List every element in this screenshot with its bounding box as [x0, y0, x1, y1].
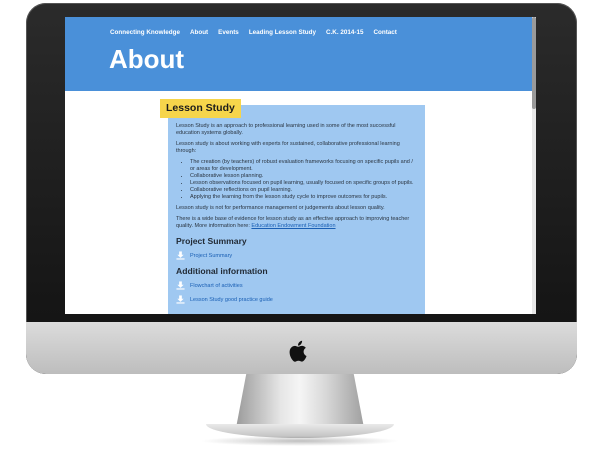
list-item: Applying the learning from the lesson st…	[190, 194, 419, 201]
project-summary-download[interactable]: Project Summary	[176, 251, 419, 260]
good-practice-guide-download[interactable]: Lesson Study good practice guide	[176, 295, 419, 304]
lesson-study-panel: Lesson Study is an approach to professio…	[168, 105, 425, 314]
download-icon	[176, 281, 185, 290]
lesson-study-badge: Lesson Study	[160, 99, 241, 118]
additional-information-heading: Additional information	[176, 266, 268, 276]
evidence-paragraph: There is a wide base of evidence for les…	[176, 216, 419, 230]
page-title: About	[109, 44, 185, 74]
flowchart-download[interactable]: Flowchart of activities	[176, 281, 419, 290]
panel-content: Lesson Study is an approach to professio…	[176, 123, 419, 309]
bullet-list: The creation (by teachers) of robust eva…	[176, 159, 419, 201]
eef-link[interactable]: Education Endowment Foundation	[251, 223, 335, 229]
scrollbar[interactable]	[532, 17, 536, 314]
note-paragraph: Lesson study is not for performance mana…	[176, 205, 385, 211]
flowchart-link[interactable]: Flowchart of activities	[190, 283, 243, 289]
nav-link-events[interactable]: Events	[218, 29, 239, 36]
intro-paragraph: Lesson Study is an approach to professio…	[176, 123, 396, 136]
list-item: Collaborative reflections on pupil learn…	[190, 187, 419, 194]
nav-link-contact[interactable]: Contact	[373, 29, 396, 36]
download-icon	[176, 295, 185, 304]
list-item: The creation (by teachers) of robust eva…	[190, 159, 419, 173]
project-summary-heading: Project Summary	[176, 236, 247, 246]
scrollbar-thumb[interactable]	[532, 17, 536, 109]
list-item: Collaborative lesson planning.	[190, 173, 419, 180]
browser-viewport: Connecting Knowledge About Events Leadin…	[65, 17, 536, 314]
good-practice-guide-link[interactable]: Lesson Study good practice guide	[190, 297, 273, 303]
nav-link-leading-lesson-study[interactable]: Leading Lesson Study	[249, 29, 316, 36]
list-item: Lesson observations focused on pupil lea…	[190, 180, 419, 187]
site-header: Connecting Knowledge About Events Leadin…	[65, 17, 536, 91]
project-summary-link[interactable]: Project Summary	[190, 253, 232, 259]
monitor-stand	[236, 374, 364, 428]
download-icon	[176, 251, 185, 260]
apple-logo-icon	[289, 340, 307, 362]
about-paragraph: Lesson study is about working with exper…	[176, 141, 400, 154]
main-nav: Connecting Knowledge About Events Leadin…	[110, 29, 397, 36]
nav-link-about[interactable]: About	[190, 29, 208, 36]
nav-link-ck-2014-15[interactable]: C.K. 2014-15	[326, 29, 363, 36]
nav-link-connecting-knowledge[interactable]: Connecting Knowledge	[110, 29, 180, 36]
stand-shadow	[200, 436, 400, 446]
